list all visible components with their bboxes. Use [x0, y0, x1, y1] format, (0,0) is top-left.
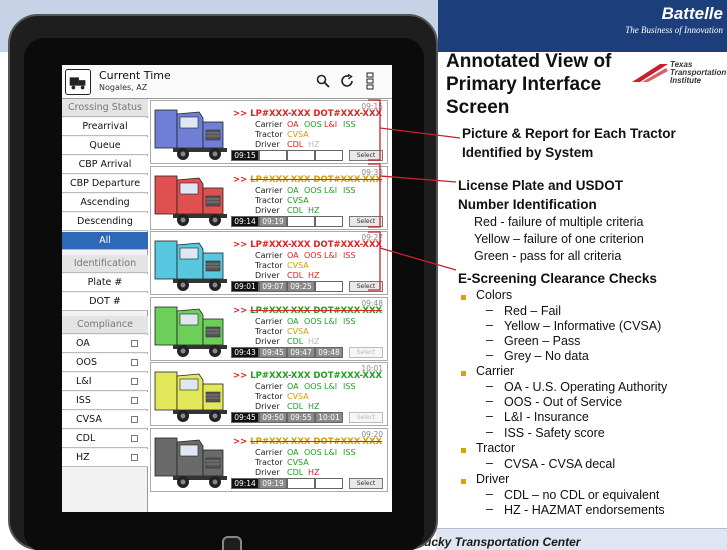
annotation-carrier-iss: ISS - Safety score: [504, 426, 605, 440]
annotation-plate-line1: License Plate and USDOT: [458, 178, 624, 193]
annotation-plate-red: Red - failure of multiple criteria: [474, 215, 644, 229]
pointer-line-tractor: [379, 127, 461, 139]
slide-title-line1: Annotated View of: [446, 51, 612, 72]
bullet-colors: [461, 295, 466, 300]
annotation-tractor-label: Tractor: [476, 441, 516, 455]
annotation-tractor-line1: Picture & Report for Each Tractor: [462, 126, 676, 141]
annotation-checks-head: E-Screening Clearance Checks: [458, 271, 657, 286]
annotation-carrier-oa: OA - U.S. Operating Authority: [504, 380, 668, 394]
annotation-colors-red: Red – Fail: [504, 304, 561, 318]
pointer-line-plate: [379, 175, 457, 183]
annotation-carrier-label: Carrier: [476, 364, 515, 378]
annotation-plate-green: Green - pass for all criteria: [474, 249, 622, 263]
annotation-colors-grey: Grey – No data: [504, 349, 589, 363]
annotation-carrier-oos: OOS - Out of Service: [504, 395, 623, 409]
bullet-carrier: [461, 371, 466, 376]
pointer-line-checks: [379, 247, 457, 271]
slide-title-line2: Primary Interface: [446, 74, 602, 95]
annotation-plate-line2: Number Identification: [458, 197, 597, 212]
annotation-driver-hz: HZ - HAZMAT endorsements: [504, 503, 665, 517]
annotation-colors-green: Green – Pass: [504, 334, 581, 348]
annotation-layer: Annotated View of Primary Interface Scre…: [0, 0, 727, 550]
annotation-driver-label: Driver: [476, 472, 510, 486]
slide: Battelle The Business of Innovation Texa…: [0, 0, 727, 550]
bullet-driver: [461, 479, 466, 484]
annotation-plate-yellow: Yellow – failure of one criterion: [474, 232, 644, 246]
slide-title-line3: Screen: [446, 97, 510, 118]
annotation-carrier-li: L&I - Insurance: [504, 410, 589, 424]
annotation-colors-label: Colors: [476, 288, 513, 302]
annotation-driver-cdl: CDL – no CDL or equivalent: [504, 488, 660, 502]
annotation-tractor-line2: Identified by System: [462, 145, 594, 160]
annotation-colors-yellow: Yellow – Informative (CVSA): [504, 319, 662, 333]
annotation-tractor-cvsa: CVSA - CVSA decal: [504, 457, 616, 471]
bullet-tractor: [461, 448, 466, 453]
